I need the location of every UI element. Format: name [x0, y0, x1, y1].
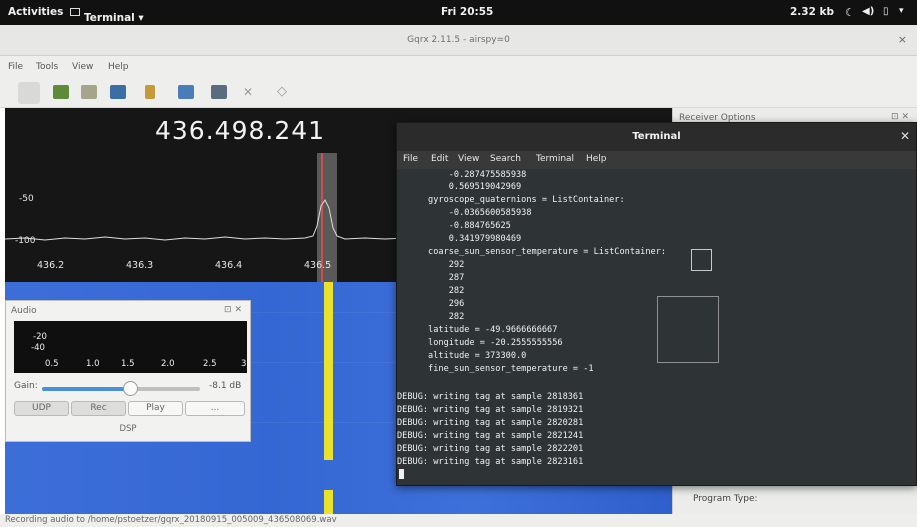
terminal-menubar: File Edit View Search Terminal Help: [397, 151, 916, 169]
terminal-app-icon: [70, 8, 80, 16]
terminal-line: 282: [397, 312, 465, 322]
terminal-line: 0.341979980469: [397, 234, 522, 244]
desktop: Activities Terminal ▾ Fri 20:55 2.32 kb …: [0, 0, 917, 527]
terminal-menu-file[interactable]: File: [403, 154, 418, 164]
screen-icon[interactable]: [178, 85, 194, 99]
remote-control-icon[interactable]: [145, 85, 155, 99]
program-type-label: Program Type:: [693, 494, 758, 504]
selection-box: [691, 249, 712, 271]
x-tick: 436.3: [126, 260, 154, 271]
terminal-line: DEBUG: writing tag at sample 2822201: [397, 444, 584, 454]
window-title: Gqrx 2.11.5 - airspy=0: [407, 35, 510, 45]
terminal-line: -0.287475585938: [397, 170, 527, 180]
tools-icon[interactable]: ✕: [243, 85, 253, 99]
battery-icon[interactable]: ▯: [883, 6, 889, 17]
terminal-line: 0.569519042969: [397, 182, 522, 192]
bookmark-icon[interactable]: ◇: [277, 84, 287, 99]
dsp-label: DSP: [119, 424, 137, 434]
moon-icon[interactable]: ☾: [845, 6, 855, 19]
terminal-line: -0.884765625: [397, 221, 511, 231]
terminal-app-menu[interactable]: Terminal ▾: [70, 6, 144, 24]
dock-icon[interactable]: [211, 85, 227, 99]
gnome-top-bar: Activities Terminal ▾ Fri 20:55 2.32 kb …: [0, 0, 917, 25]
audio-db-label: -40: [31, 343, 45, 353]
menu-view[interactable]: View: [72, 62, 93, 72]
gain-value: -8.1 dB: [209, 381, 242, 391]
terminal-window: Terminal ✕ File Edit View Search Termina…: [396, 122, 917, 486]
terminal-line: 292: [397, 260, 465, 270]
signal-trace: [324, 490, 333, 514]
status-bar: Recording audio to /home/pstoetzer/gqrx_…: [0, 514, 917, 527]
terminal-line: latitude = -49.9666666667: [397, 325, 558, 335]
selection-box: [657, 296, 719, 363]
status-text: Recording audio to /home/pstoetzer/gqrx_…: [5, 515, 337, 525]
terminal-menu-view[interactable]: View: [458, 154, 479, 164]
activities-button[interactable]: Activities: [8, 6, 63, 18]
audio-x-tick: 2.0: [161, 359, 175, 369]
terminal-title: Terminal: [632, 131, 681, 142]
terminal-cursor: [399, 469, 404, 479]
audio-x-tick: 3: [241, 359, 247, 369]
gain-label: Gain:: [14, 381, 38, 391]
gqrx-toolbar: ✕ ◇: [0, 78, 917, 108]
play-button[interactable]: Play: [128, 401, 183, 416]
audio-dock: Audio ⊡ ✕ -20 -40 0.5 1.0 1.5 2.0 2.5 3 …: [5, 300, 251, 442]
terminal-line: -0.0365600585938: [397, 208, 532, 218]
terminal-menu-edit[interactable]: Edit: [431, 154, 448, 164]
terminal-line: longitude = -20.2555555556: [397, 338, 563, 348]
gain-slider-handle[interactable]: [123, 381, 138, 396]
signal-trace: [324, 282, 333, 460]
clock[interactable]: Fri 20:55: [441, 6, 493, 18]
power-button[interactable]: [18, 82, 40, 104]
audio-x-tick: 1.0: [86, 359, 100, 369]
terminal-line: DEBUG: writing tag at sample 2819321: [397, 405, 584, 415]
rec-button[interactable]: Rec: [71, 401, 126, 416]
window-close-button[interactable]: ×: [898, 33, 907, 46]
x-tick: 436.2: [37, 260, 65, 271]
audio-dock-title: Audio: [11, 306, 37, 316]
config-icon[interactable]: [81, 85, 97, 99]
gain-slider[interactable]: [42, 387, 200, 391]
terminal-line: DEBUG: writing tag at sample 2823161: [397, 457, 584, 467]
x-tick: 436.5: [304, 260, 332, 271]
terminal-menu-help[interactable]: Help: [586, 154, 607, 164]
terminal-line: 287: [397, 273, 465, 283]
terminal-line: fine_sun_sensor_temperature = -1: [397, 364, 594, 374]
terminal-menu-terminal[interactable]: Terminal: [536, 154, 574, 164]
volume-icon[interactable]: ◀): [862, 6, 874, 17]
audio-fft: -20 -40 0.5 1.0 1.5 2.0 2.5 3: [14, 321, 247, 373]
terminal-line: 282: [397, 286, 465, 296]
x-tick: 436.4: [215, 260, 243, 271]
terminal-titlebar: Terminal ✕: [397, 123, 916, 151]
terminal-line: gyroscope_quaternions = ListContainer:: [397, 195, 625, 205]
terminal-app-menu-label: Terminal ▾: [84, 12, 144, 24]
audio-x-tick: 1.5: [121, 359, 135, 369]
terminal-line: coarse_sun_sensor_temperature = ListCont…: [397, 247, 667, 257]
terminal-line: 296: [397, 299, 465, 309]
audio-dock-controls[interactable]: ⊡ ✕: [224, 305, 242, 315]
dock-controls[interactable]: ⊡ ✕: [891, 112, 909, 122]
terminal-line: DEBUG: writing tag at sample 2818361: [397, 392, 584, 402]
menu-tools[interactable]: Tools: [36, 62, 58, 72]
gqrx-window-titlebar: Gqrx 2.11.5 - airspy=0 ×: [0, 25, 917, 56]
audio-x-tick: 2.5: [203, 359, 217, 369]
terminal-menu-search[interactable]: Search: [490, 154, 521, 164]
terminal-line: DEBUG: writing tag at sample 2820281: [397, 418, 584, 428]
terminal-line: altitude = 373300.0: [397, 351, 527, 361]
terminal-output[interactable]: -0.287475585938 0.569519042969 gyroscope…: [397, 169, 916, 485]
terminal-line: DEBUG: writing tag at sample 2821241: [397, 431, 584, 441]
menu-file[interactable]: File: [8, 62, 23, 72]
save-icon[interactable]: [110, 85, 126, 99]
gqrx-menubar: File Tools View Help: [0, 56, 917, 78]
udp-button[interactable]: UDP: [14, 401, 69, 416]
audio-db-label: -20: [33, 332, 47, 342]
menu-help[interactable]: Help: [108, 62, 129, 72]
device-icon[interactable]: [53, 85, 69, 99]
chevron-down-icon[interactable]: ▾: [899, 6, 904, 16]
audio-x-tick: 0.5: [45, 359, 59, 369]
network-speed: 2.32 kb: [790, 6, 835, 18]
browse-button[interactable]: ...: [185, 401, 245, 416]
terminal-close-button[interactable]: ✕: [900, 129, 910, 143]
